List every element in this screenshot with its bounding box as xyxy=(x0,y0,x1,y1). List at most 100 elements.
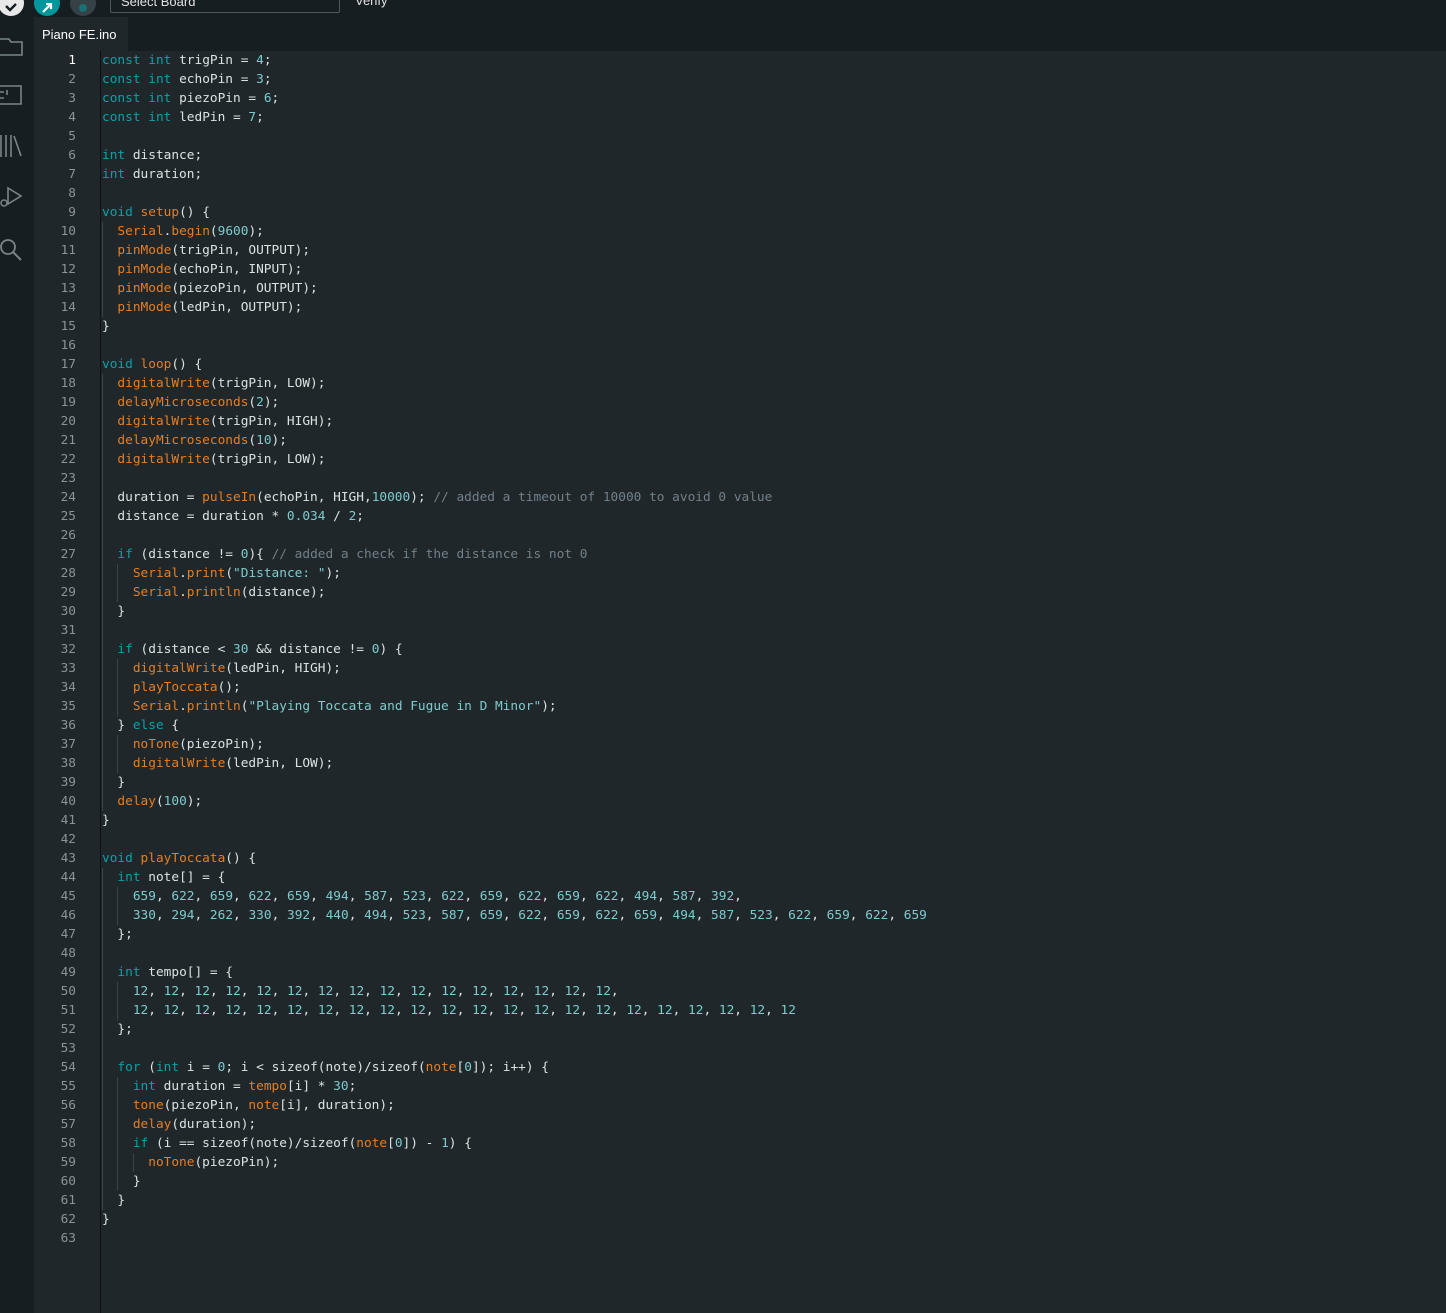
line-number: 44 xyxy=(60,870,76,885)
code-line: } xyxy=(102,1174,141,1189)
upload-button[interactable] xyxy=(34,0,60,16)
indent-guide xyxy=(102,374,103,811)
code-line: int duration = tempo[i] * 30; xyxy=(132,1079,357,1094)
code-line: duration = pulseIn(echoPin, HIGH,10000);… xyxy=(102,490,773,505)
line-number: 56 xyxy=(60,1098,76,1113)
tab-piano-fe[interactable]: Piano FE.ino xyxy=(34,17,128,51)
code-line: } xyxy=(102,1212,110,1227)
code-line: 12, 12, 12, 12, 12, 12, 12, 12, 12, 12, … xyxy=(132,1003,796,1018)
line-number: 60 xyxy=(60,1174,76,1189)
line-number: 39 xyxy=(60,775,76,790)
line-number: 20 xyxy=(60,414,76,429)
code-line: int tempo[] = { xyxy=(117,965,233,980)
code-line: }; xyxy=(102,1022,133,1037)
line-number: 34 xyxy=(60,680,76,695)
line-number: 57 xyxy=(60,1117,76,1132)
line-number: 54 xyxy=(60,1060,76,1075)
line-number: 10 xyxy=(60,224,76,239)
line-number: 42 xyxy=(60,832,76,847)
indent-guide xyxy=(132,1153,134,1172)
line-number: 38 xyxy=(60,756,76,771)
line-number: 45 xyxy=(60,889,76,904)
indent-guide xyxy=(117,659,119,716)
line-number: 14 xyxy=(60,300,76,315)
library-manager-icon[interactable] xyxy=(0,131,34,161)
line-number: 46 xyxy=(60,908,76,923)
line-number: 63 xyxy=(60,1231,76,1246)
line-number: 36 xyxy=(60,718,76,733)
line-number: 53 xyxy=(60,1041,76,1056)
line-number: 35 xyxy=(60,699,76,714)
indent-guide xyxy=(117,735,119,773)
line-number: 50 xyxy=(60,984,76,999)
line-number: 4 xyxy=(68,110,76,125)
code-line: if (distance != 0){ // added a check if … xyxy=(117,547,588,562)
verify-button[interactable] xyxy=(0,0,24,16)
code-line: } xyxy=(102,813,110,828)
code-line: } xyxy=(102,1193,126,1208)
code-line: 12, 12, 12, 12, 12, 12, 12, 12, 12, 12, … xyxy=(132,984,619,999)
line-number: 18 xyxy=(60,376,76,391)
code-line: pinMode(piezoPin, OUTPUT); xyxy=(117,281,318,296)
code-line: digitalWrite(trigPin, LOW); xyxy=(117,376,326,391)
line-number: 12 xyxy=(60,262,76,277)
code-line: delay(100); xyxy=(117,794,203,809)
indent-guide xyxy=(117,887,119,925)
code-line: Serial.begin(9600); xyxy=(117,224,264,239)
line-number: 16 xyxy=(60,338,76,353)
code-line: void playToccata() { xyxy=(102,851,257,866)
code-line: pinMode(echoPin, INPUT); xyxy=(117,262,303,277)
line-number: 51 xyxy=(60,1003,76,1018)
arrow-right-icon xyxy=(42,3,53,13)
line-number: 49 xyxy=(60,965,76,980)
sidebar xyxy=(0,17,34,1313)
code-line: 659, 622, 659, 622, 659, 494, 587, 523, … xyxy=(132,889,742,904)
code-line: digitalWrite(trigPin, HIGH); xyxy=(117,414,334,429)
code-line: for (int i = 0; i < sizeof(note)/sizeof(… xyxy=(117,1060,549,1075)
sketchbook-folder-icon[interactable] xyxy=(0,31,34,61)
code-line: const int echoPin = 3; xyxy=(102,72,272,87)
board-selector[interactable]: Select Board xyxy=(110,0,340,13)
code-line: int distance; xyxy=(102,148,203,163)
line-number: 25 xyxy=(60,509,76,524)
line-number: 17 xyxy=(60,357,76,372)
line-number: 5 xyxy=(68,129,76,144)
tab-bar: Piano FE.ino xyxy=(34,17,1446,51)
tab-label: Piano FE.ino xyxy=(42,27,117,42)
line-number: 1 xyxy=(68,53,76,68)
code-line: } xyxy=(102,775,126,790)
code-line: noTone(piezoPin); xyxy=(132,737,264,752)
line-number: 8 xyxy=(68,186,76,201)
code-line: 330, 294, 262, 330, 392, 440, 494, 523, … xyxy=(132,908,927,923)
line-number: 37 xyxy=(60,737,76,752)
line-number: 59 xyxy=(60,1155,76,1170)
line-number: 9 xyxy=(68,205,76,220)
line-number: 32 xyxy=(60,642,76,657)
line-number: 41 xyxy=(60,813,76,828)
line-number: 6 xyxy=(68,148,76,163)
debug-button[interactable] xyxy=(70,0,96,16)
code-line: Serial.println(distance); xyxy=(132,585,326,600)
line-number: 62 xyxy=(60,1212,76,1227)
code-line: Serial.print("Distance: "); xyxy=(132,566,341,581)
code-line: digitalWrite(trigPin, LOW); xyxy=(117,452,326,467)
line-number: 15 xyxy=(60,319,76,334)
checkmark-icon xyxy=(5,3,17,12)
code-line: int note[] = { xyxy=(117,870,226,885)
indent-guide xyxy=(117,564,119,602)
line-number: 31 xyxy=(60,623,76,638)
code-line: if (i == sizeof(note)/sizeof(note[0]) - … xyxy=(132,1136,472,1151)
line-number: 11 xyxy=(60,243,76,258)
line-number: 40 xyxy=(60,794,76,809)
line-number: 30 xyxy=(60,604,76,619)
code-line: digitalWrite(ledPin, LOW); xyxy=(132,756,334,771)
indent-guide xyxy=(117,1077,119,1191)
line-number: 33 xyxy=(60,661,76,676)
line-number: 7 xyxy=(68,167,76,182)
code-line: int duration; xyxy=(102,167,203,182)
debug-sidebar-icon[interactable] xyxy=(0,181,34,211)
boards-manager-icon[interactable] xyxy=(0,81,34,111)
search-icon[interactable] xyxy=(0,235,34,265)
line-number: 24 xyxy=(60,490,76,505)
line-number: 47 xyxy=(60,927,76,942)
